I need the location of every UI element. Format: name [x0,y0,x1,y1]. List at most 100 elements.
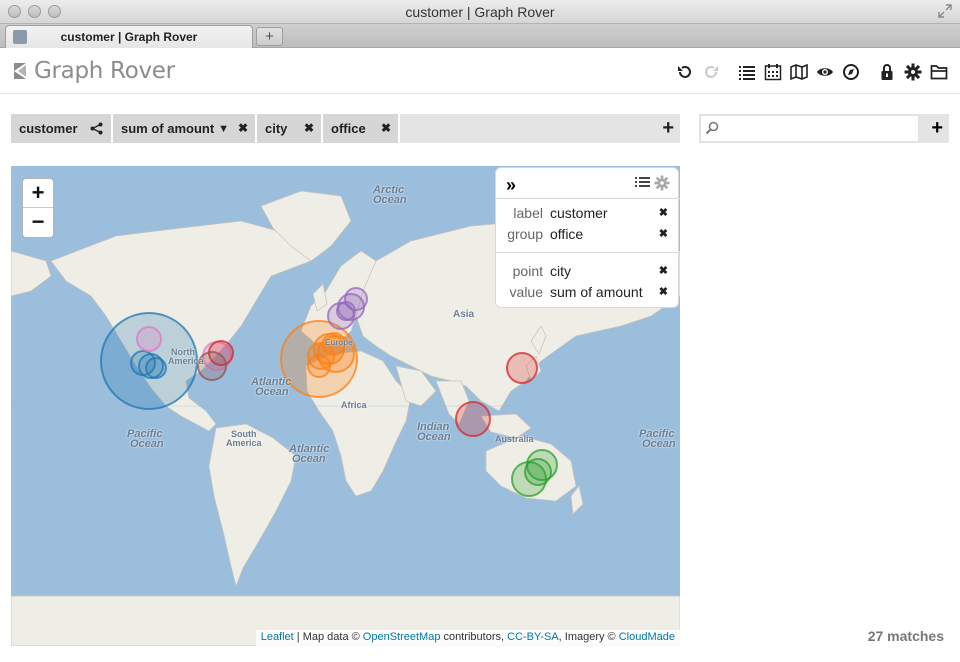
compass-icon [843,64,859,80]
tab-label: customer | Graph Rover [60,30,198,44]
encoding-row-label: label customer ✖ [496,205,680,225]
settings-button[interactable] [900,62,926,82]
redo-button[interactable] [698,62,724,82]
city-bubble-blue[interactable] [145,357,167,379]
leaflet-link[interactable]: Leaflet [261,631,294,643]
collapse-panel-button[interactable]: » [506,175,516,196]
window-title: customer | Graph Rover [405,4,555,20]
redo-icon [705,66,718,78]
app-logo[interactable]: Graph Rover [12,58,175,84]
tab-graph-rover[interactable]: customer | Graph Rover [5,25,253,48]
encoding-value[interactable]: city [550,263,571,279]
cloudmade-link[interactable]: CloudMade [619,631,675,643]
folder-icon [930,65,948,80]
map-label-america2: America [226,438,262,448]
city-bubble-purple[interactable] [336,301,356,321]
encoding-panel: » label customer ✖ group office ✖ point … [495,167,680,308]
pill-customer[interactable]: customer [11,114,113,143]
fullscreen-icon[interactable] [938,4,952,18]
app-header: Graph Rover [0,48,960,94]
attribution-text: | Map data © [293,631,363,643]
map-label-europe: Europe [325,338,353,347]
calendar-icon [764,64,782,81]
gear-icon[interactable] [654,175,670,191]
city-bubble-pink[interactable] [136,326,162,352]
app-title: Graph Rover [34,58,175,84]
remove-encoding-icon[interactable]: ✖ [659,206,668,219]
attribution-text: contributors, [440,631,508,643]
tab-strip: customer | Graph Rover + [0,24,960,48]
city-bubble-orange[interactable] [307,354,331,378]
zoom-in-button[interactable]: + [23,179,53,208]
lock-button[interactable] [874,62,900,82]
list-icon [739,66,755,80]
remove-encoding-icon[interactable]: ✖ [659,264,668,277]
query-pill-bar: customer sum of amount ▼ ✖ city ✖ office… [11,114,680,143]
pill-office[interactable]: office ✖ [323,114,400,143]
pill-city[interactable]: city ✖ [257,114,323,143]
map-label-pacific-e2: Ocean [642,438,676,450]
search-icon [705,121,719,135]
encoding-value[interactable]: customer [550,205,608,221]
map-label-america: America [168,356,204,366]
map-label-indian2: Ocean [417,431,451,443]
encoding-value[interactable]: sum of amount [550,284,643,300]
map-label-australia: Australia [495,434,534,444]
encoding-row-group: group office ✖ [496,226,680,246]
remove-encoding-icon[interactable]: ✖ [659,285,668,298]
city-bubble-red[interactable] [506,352,538,384]
remove-pill-icon[interactable]: ✖ [381,121,391,135]
pill-label: customer [19,121,78,136]
remove-pill-icon[interactable]: ✖ [238,121,248,135]
license-link[interactable]: CC-BY-SA [507,631,559,643]
map-label-africa: Africa [341,400,367,410]
pill-sum-of-amount[interactable]: sum of amount ▼ ✖ [113,114,257,143]
undo-button[interactable] [672,62,698,82]
visibility-button[interactable] [812,62,838,82]
city-bubble-red[interactable] [455,401,491,437]
share-icon[interactable] [90,122,103,135]
undo-icon [678,66,691,78]
map-book-icon [790,63,808,81]
open-folder-button[interactable] [926,62,952,82]
map-label-pacific-w2: Ocean [130,438,164,450]
osm-link[interactable]: OpenStreetMap [363,631,441,643]
map-label-atlantic-n2: Ocean [255,386,289,398]
explore-button[interactable] [838,62,864,82]
new-tab-button[interactable]: + [256,27,283,46]
window-titlebar: customer | Graph Rover [0,0,960,24]
encoding-row-point: point city ✖ [496,263,680,283]
list-view-button[interactable] [734,62,760,82]
map-attribution: Leaflet | Map data © OpenStreetMap contr… [255,630,680,646]
lock-icon [881,64,893,80]
pill-label: sum of amount [121,121,215,136]
pill-label: office [331,121,366,136]
main-toolbar [672,62,952,82]
match-count: 27 matches [867,628,944,644]
caret-down-icon[interactable]: ▼ [218,123,229,135]
encoding-key: group [507,226,543,242]
calendar-view-button[interactable] [760,62,786,82]
pill-label: city [265,121,288,136]
zoom-out-button[interactable]: − [23,208,53,237]
search-input[interactable] [700,115,919,142]
encoding-key: label [513,205,543,221]
list-icon[interactable] [635,176,650,190]
zoom-control: + − [22,178,54,238]
encoding-row-value: value sum of amount ✖ [496,284,680,304]
remove-pill-icon[interactable]: ✖ [304,121,314,135]
graph-rover-logo-icon [14,63,26,79]
remove-encoding-icon[interactable]: ✖ [659,227,668,240]
add-pill-button[interactable]: + [662,118,674,138]
city-bubble-green[interactable] [524,458,552,486]
map-label-asia: Asia [453,309,475,320]
eye-icon [817,68,833,76]
encoding-key: value [509,284,543,300]
map-view-button[interactable] [786,62,812,82]
attribution-text: , Imagery © [558,631,619,643]
encoding-key: point [512,263,543,279]
map-label-arctic2: Ocean [373,194,407,206]
gear-icon [904,63,922,81]
add-search-button[interactable]: + [931,118,943,138]
encoding-value[interactable]: office [550,226,583,242]
